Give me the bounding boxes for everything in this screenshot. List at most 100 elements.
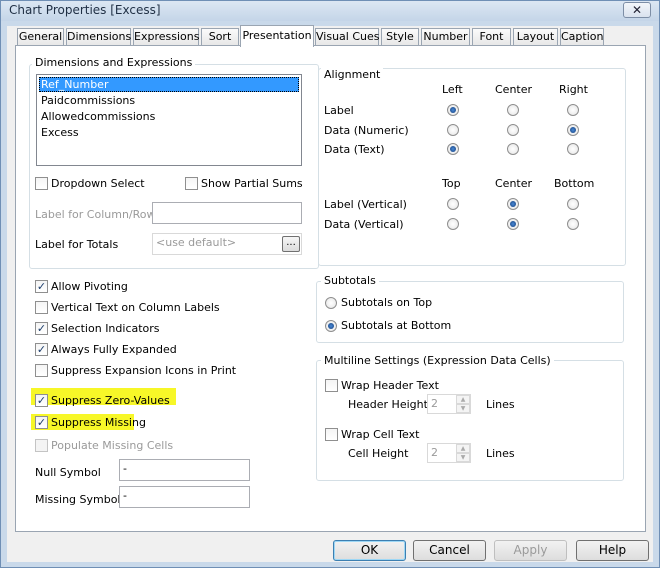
subtotals-on-top-label: Subtotals on Top — [341, 296, 433, 309]
text-left-radio[interactable] — [447, 143, 459, 155]
tab-layout[interactable]: Layout — [513, 28, 558, 46]
always-fully-expanded-checkbox[interactable]: ✓ — [35, 343, 48, 356]
data-v-top-radio[interactable] — [447, 218, 459, 230]
align-row-data-vertical: Data (Vertical) — [324, 218, 404, 231]
wrap-cell-text-label: Wrap Cell Text — [341, 428, 420, 441]
list-item[interactable]: Allowedcommissions — [39, 109, 299, 124]
label-totals-label: Label for Totals — [35, 238, 119, 251]
missing-symbol-label: Missing Symbol — [35, 493, 121, 506]
window-title: Chart Properties [Excess] — [9, 3, 161, 17]
null-symbol-label: Null Symbol — [35, 466, 101, 479]
populate-missing-cells-checkbox[interactable] — [35, 439, 48, 452]
vertical-text-checkbox[interactable] — [35, 301, 48, 314]
align-row-label-vertical: Label (Vertical) — [324, 198, 407, 211]
null-symbol-input[interactable]: - — [119, 459, 250, 481]
label-v-center-radio[interactable] — [507, 198, 519, 210]
tab-visual-cues[interactable]: Visual Cues — [315, 28, 380, 46]
dropdown-select-label: Dropdown Select — [51, 177, 145, 190]
tab-expressions[interactable]: Expressions — [133, 28, 199, 46]
always-fully-expanded-label: Always Fully Expanded — [51, 343, 177, 356]
apply-button[interactable]: Apply — [494, 540, 567, 561]
cell-height-down[interactable]: ▼ — [456, 453, 470, 462]
dimensions-group-title: Dimensions and Expressions — [32, 56, 196, 69]
tab-number[interactable]: Number — [421, 28, 470, 46]
tab-presentation[interactable]: Presentation — [240, 25, 314, 47]
alignment-group-title: Alignment — [321, 68, 384, 81]
numeric-left-radio[interactable] — [447, 124, 459, 136]
data-v-center-radio[interactable] — [507, 218, 519, 230]
tab-style[interactable]: Style — [381, 28, 419, 46]
selection-indicators-label: Selection Indicators — [51, 322, 160, 335]
tab-dimensions[interactable]: Dimensions — [66, 28, 131, 46]
presentation-panel: Dimensions and Expressions Ref_Number Pa… — [15, 45, 646, 532]
label-left-radio[interactable] — [447, 104, 459, 116]
cell-height-up[interactable]: ▲ — [456, 444, 470, 453]
text-center-radio[interactable] — [507, 143, 519, 155]
tab-font[interactable]: Font — [472, 28, 511, 46]
suppress-expansion-icons-checkbox[interactable] — [35, 364, 48, 377]
header-height-up[interactable]: ▲ — [456, 395, 470, 404]
tab-sort[interactable]: Sort — [201, 28, 239, 46]
ok-button[interactable]: OK — [333, 540, 406, 561]
label-v-top-radio[interactable] — [447, 198, 459, 210]
suppress-expansion-icons-label: Suppress Expansion Icons in Print — [51, 364, 237, 377]
vertical-text-label: Vertical Text on Column Labels — [51, 301, 220, 314]
allow-pivoting-label: Allow Pivoting — [51, 280, 128, 293]
data-v-bottom-radio[interactable] — [567, 218, 579, 230]
label-center-radio[interactable] — [507, 104, 519, 116]
wrap-cell-text-checkbox[interactable] — [325, 428, 338, 441]
list-item[interactable]: Excess — [39, 125, 299, 140]
wrap-header-text-label: Wrap Header Text — [341, 379, 439, 392]
missing-symbol-input[interactable]: - — [119, 486, 250, 508]
subtotals-group — [316, 281, 624, 343]
cell-height-label: Cell Height — [348, 447, 409, 460]
wrap-header-text-checkbox[interactable] — [325, 379, 338, 392]
header-height-label: Header Height — [348, 398, 428, 411]
list-item[interactable]: Paidcommissions — [39, 93, 299, 108]
cancel-button[interactable]: Cancel — [413, 540, 486, 561]
suppress-zero-values-label: Suppress Zero-Values — [51, 394, 170, 407]
align-col-left: Left — [442, 83, 463, 96]
align-col-top: Top — [442, 177, 461, 190]
selection-indicators-checkbox[interactable]: ✓ — [35, 322, 48, 335]
header-height-down[interactable]: ▼ — [456, 404, 470, 413]
cell-lines-label: Lines — [486, 447, 515, 460]
show-partial-sums-checkbox[interactable] — [185, 177, 198, 190]
align-row-data-numeric: Data (Numeric) — [324, 124, 409, 137]
tab-general[interactable]: General — [17, 28, 64, 46]
numeric-right-radio[interactable] — [567, 124, 579, 136]
list-item[interactable]: Ref_Number — [39, 77, 299, 92]
suppress-missing-checkbox[interactable]: ✓ — [35, 416, 48, 429]
label-totals-input[interactable]: <use default> — [152, 233, 302, 255]
browse-button[interactable]: ... — [282, 236, 300, 252]
subtotals-at-bottom-label: Subtotals at Bottom — [341, 319, 452, 332]
align-col-bottom: Bottom — [554, 177, 595, 190]
dimensions-listbox[interactable]: Ref_Number Paidcommissions Allowedcommis… — [36, 74, 302, 166]
subtotals-at-bottom-radio[interactable] — [325, 320, 337, 332]
align-row-label: Label — [324, 104, 354, 117]
align-col-vcenter: Center — [495, 177, 533, 190]
help-button[interactable]: Help — [576, 540, 649, 561]
alignment-group — [318, 68, 626, 266]
populate-missing-cells-label: Populate Missing Cells — [51, 439, 174, 452]
label-v-bottom-radio[interactable] — [567, 198, 579, 210]
subtotals-group-title: Subtotals — [321, 274, 379, 287]
title-bar: Chart Properties [Excess] ✕ — [1, 1, 659, 21]
suppress-missing-label: Suppress Missing — [51, 416, 146, 429]
text-right-radio[interactable] — [567, 143, 579, 155]
align-row-data-text: Data (Text) — [324, 143, 385, 156]
align-col-center: Center — [495, 83, 533, 96]
numeric-center-radio[interactable] — [507, 124, 519, 136]
label-column-row-input[interactable] — [152, 202, 302, 224]
close-button[interactable]: ✕ — [623, 2, 651, 18]
header-lines-label: Lines — [486, 398, 515, 411]
allow-pivoting-checkbox[interactable]: ✓ — [35, 280, 48, 293]
subtotals-on-top-radio[interactable] — [325, 297, 337, 309]
label-column-row-label: Label for Column/Row — [35, 208, 156, 221]
tab-caption[interactable]: Caption — [560, 28, 604, 46]
align-col-right: Right — [559, 83, 588, 96]
dropdown-select-checkbox[interactable] — [35, 177, 48, 190]
multiline-group-title: Multiline Settings (Expression Data Cell… — [321, 354, 554, 367]
label-right-radio[interactable] — [567, 104, 579, 116]
suppress-zero-values-checkbox[interactable]: ✓ — [35, 394, 48, 407]
